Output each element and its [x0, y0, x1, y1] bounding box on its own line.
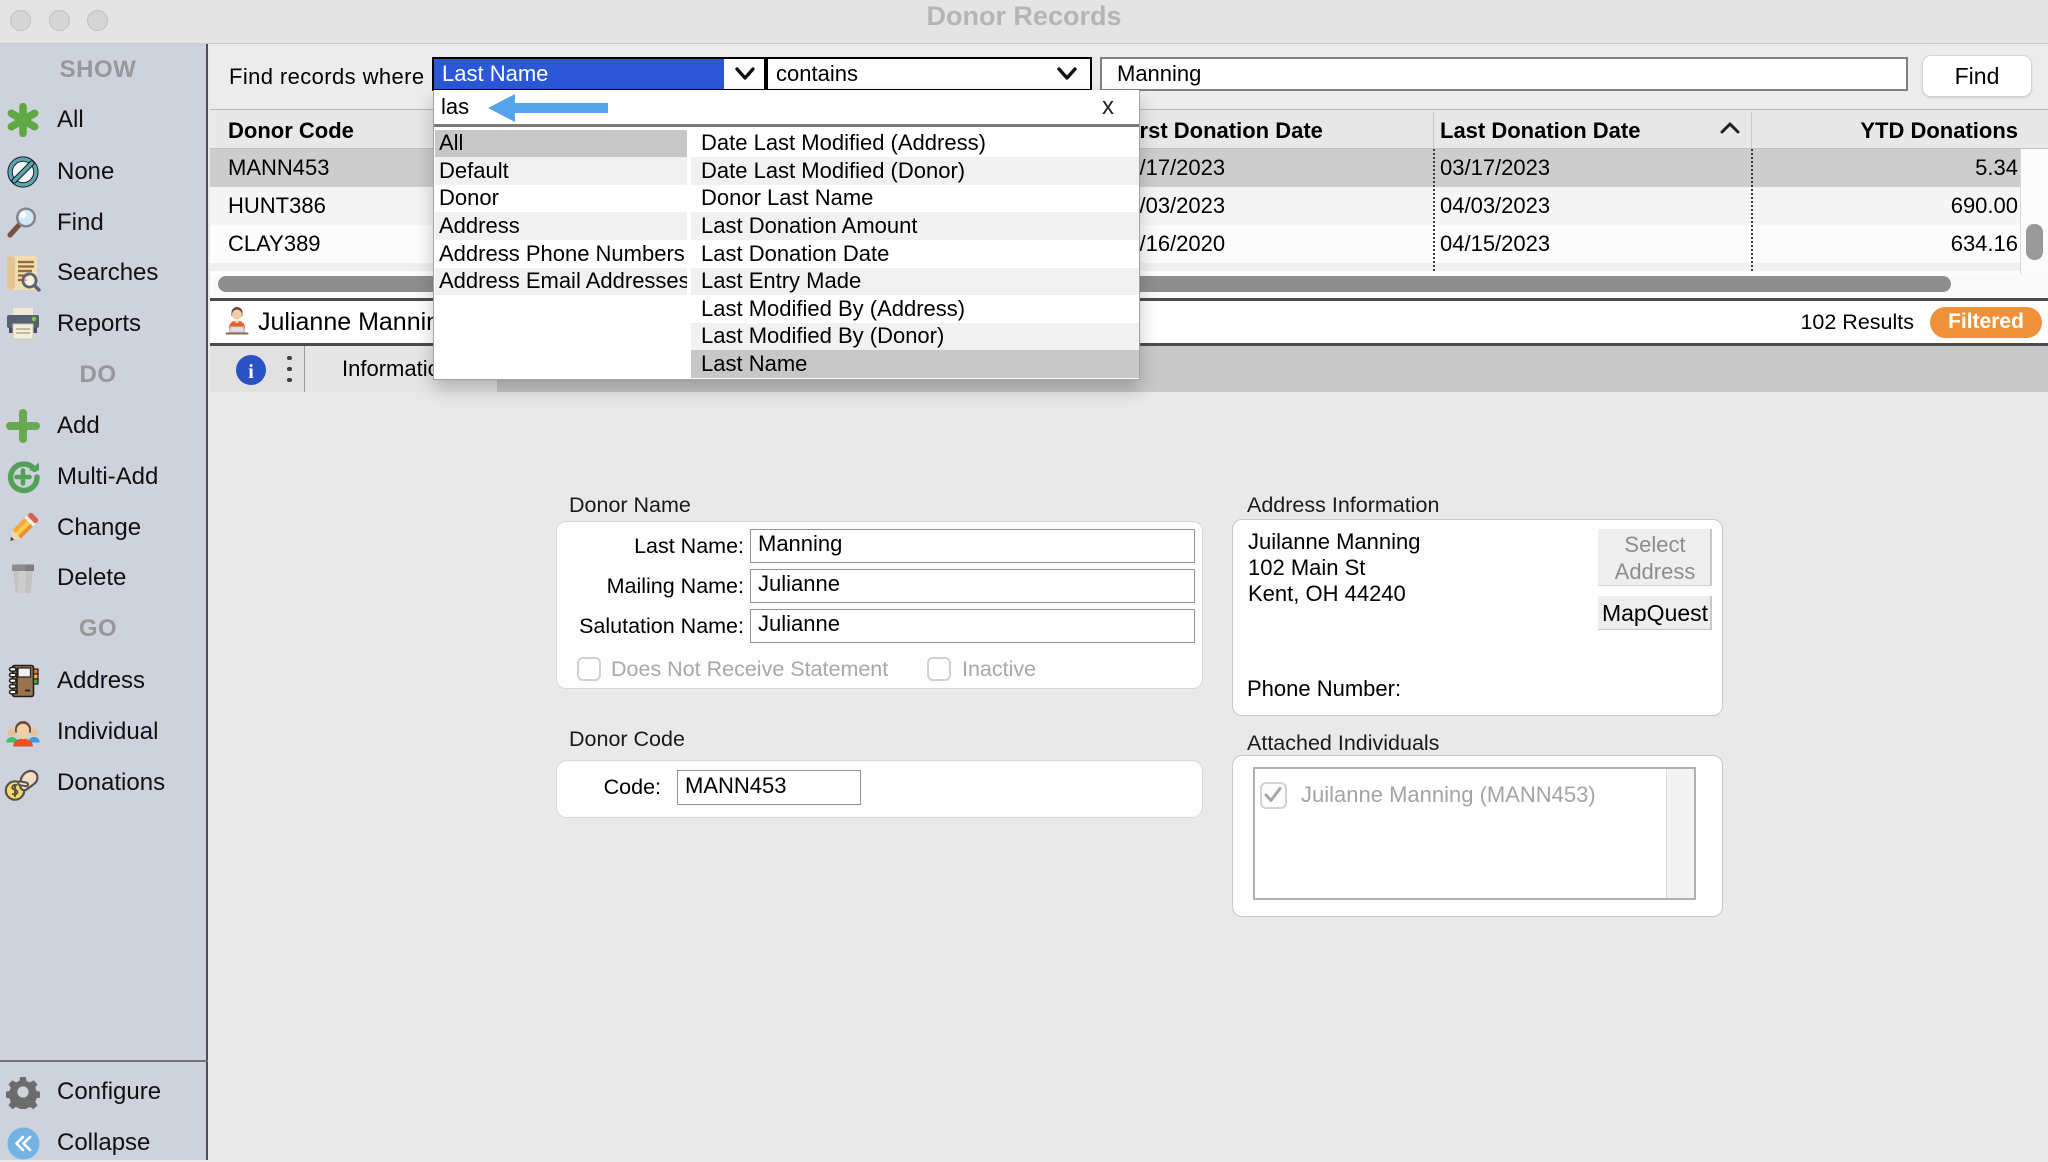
svg-text:i: i [248, 361, 254, 383]
